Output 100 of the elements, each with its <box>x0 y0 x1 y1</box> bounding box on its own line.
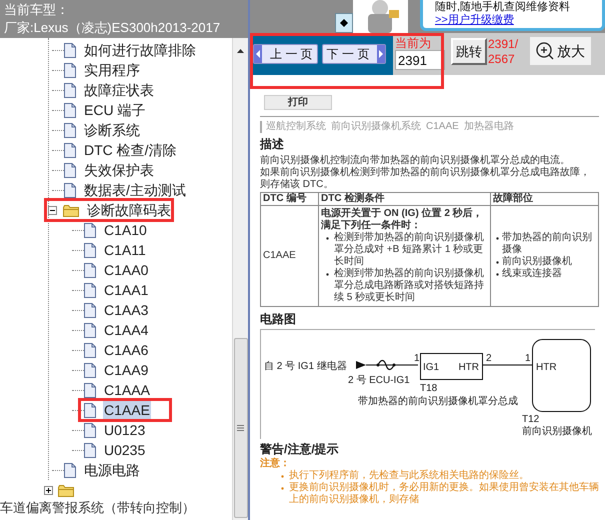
page-icon <box>84 362 96 378</box>
page-icon <box>84 442 96 458</box>
tree-item[interactable]: C1A11 <box>103 241 147 259</box>
page-icon <box>84 422 96 438</box>
connector-label: T18 <box>420 383 438 394</box>
page-icon <box>84 342 96 358</box>
section-heading: 电路图 <box>260 312 297 326</box>
bullet-icon <box>326 237 329 240</box>
tree-item[interactable]: 车道偏离警报系统（带转向控制） <box>0 500 232 516</box>
page-input[interactable]: 2391 <box>395 50 445 70</box>
tree-item[interactable]: 失效保护表 <box>83 161 155 179</box>
tree-item[interactable]: C1A10 <box>103 221 148 239</box>
next-page-button[interactable]: 下 一 页 <box>322 44 386 64</box>
tree-item[interactable]: 故障症状表 <box>83 81 155 99</box>
page-icon <box>84 262 96 278</box>
tree-item[interactable]: 电源电路 <box>83 461 141 479</box>
page-icon <box>64 42 76 58</box>
expand-icon[interactable] <box>44 486 53 494</box>
pin-number: 2 <box>486 353 492 364</box>
tree-item[interactable]: 诊断系统 <box>83 121 141 139</box>
pin-label: HTR <box>536 362 557 373</box>
tree-item[interactable]: ECU 端子 <box>83 101 146 119</box>
previous-page-button[interactable]: 上 一 页 <box>253 44 318 64</box>
page-count: 2391/2567 <box>488 37 520 68</box>
current-page-label: 当前为 <box>395 37 432 50</box>
tree-item[interactable]: C1AA0 <box>103 261 150 279</box>
section-heading: 描述 <box>260 137 285 151</box>
tree-item[interactable]: U0235 <box>103 441 146 459</box>
print-button[interactable]: 打印 <box>264 95 332 110</box>
tree-item[interactable]: C1AA3 <box>103 301 150 319</box>
tree-item[interactable]: 实用程序 <box>83 61 141 79</box>
connector-label: T12 <box>522 414 540 425</box>
page-icon <box>84 302 96 318</box>
bullet-icon <box>496 273 499 276</box>
tree-item[interactable]: 如何进行故障排除 <box>83 41 197 59</box>
tree-item[interactable]: C1AAA <box>103 381 151 399</box>
tree-item[interactable]: C1AA4 <box>103 321 150 339</box>
folder-icon <box>63 204 79 216</box>
tree-item[interactable]: C1AA6 <box>103 341 150 359</box>
notice-label: 注意： <box>260 458 291 470</box>
condition-item: 检测到带加热器的前向识别摄像机罩分总成电路断路或对搭铁短路持续 5 秒或更长时间 <box>334 268 485 304</box>
page-icon <box>84 402 96 418</box>
page-icon <box>64 82 76 98</box>
fuse-label: 2 号 ECU-IG1 <box>348 375 410 386</box>
tree-item[interactable]: C1AA9 <box>103 361 150 379</box>
ad-tagline: 随时,随地手机查阅维修资料 <box>435 1 572 14</box>
diamond-icon <box>340 19 348 27</box>
page-icon <box>64 122 76 138</box>
wire-line <box>482 364 532 366</box>
component-label: 前向识别摄像机 <box>522 426 592 437</box>
vehicle-label: 当前车型： <box>4 2 69 19</box>
component-label: 带加热器的前向识别摄像机罩分总成 <box>358 396 518 407</box>
grip-icon <box>237 425 244 431</box>
mascot-drawing <box>353 0 408 33</box>
side-button[interactable] <box>335 13 353 33</box>
wire-arrow <box>356 361 418 369</box>
page-icon <box>64 162 76 178</box>
tree-item[interactable]: 数据表/主动测试 <box>83 181 187 199</box>
condition-text: 电源开关置于 ON (IG) 位置 2 秒后，满足下列任一条件时： <box>321 208 484 232</box>
page-icon <box>84 242 96 258</box>
upgrade-link[interactable]: >>用户升级缴费 <box>435 14 602 27</box>
bullet-icon <box>326 273 329 276</box>
scrollbar[interactable] <box>232 38 248 520</box>
connector-box <box>420 353 483 380</box>
column-header: 故障部位 <box>490 192 598 206</box>
tree-item[interactable]: DTC 检查/清除 <box>83 141 178 159</box>
scrollbar-thumb[interactable] <box>234 338 248 518</box>
page-icon <box>84 282 96 298</box>
scroll-up-icon[interactable] <box>236 48 245 54</box>
table-cell: C1AAE <box>260 206 318 306</box>
tree-item[interactable]: 诊断故障码表 <box>86 201 172 219</box>
page-icon <box>64 142 76 158</box>
notice-item: 执行下列程序前，先检查与此系统相关电路的保险丝。 <box>289 470 529 482</box>
tree-item[interactable]: C1AAE <box>103 401 151 419</box>
section-heading: 警告/注意/提示 <box>260 442 340 456</box>
page-icon <box>84 382 96 398</box>
bullet-icon <box>496 237 499 240</box>
pin-label: IG1 <box>423 362 440 373</box>
pin-number: 1 <box>525 353 531 364</box>
page-icon <box>64 102 76 118</box>
column-header: DTC 编号 <box>260 192 318 206</box>
fault-area: 线束或连接器 <box>502 268 562 280</box>
pin-label: HTR <box>458 362 479 373</box>
vehicle-name: 厂家:Lexus（凌志)ES300h2013-2017 <box>4 20 220 37</box>
jump-button[interactable]: 跳转 <box>451 38 487 65</box>
tree-item[interactable]: C1AA1 <box>103 281 150 299</box>
bullet-icon <box>496 261 499 264</box>
source-label: 自 2 号 IG1 继电器 <box>264 361 347 372</box>
notice-item: 更换前向识别摄像机时，务必用新的更换。如果使用曾安装在其他车辆上的前向识别摄像机，则存储 <box>289 482 599 506</box>
bullet-icon <box>281 475 284 478</box>
column-header: DTC 检测条件 <box>318 192 490 206</box>
bullet-icon <box>281 487 284 490</box>
collapse-icon[interactable] <box>48 206 57 214</box>
tree-item[interactable]: U0123 <box>103 421 146 439</box>
zoom-button[interactable]: 放大 <box>530 37 591 65</box>
description-text: 如果前向识别摄像机检测到带加热器的前向识别摄像机罩分总成电路故障，则存储该 DTC。 <box>260 167 591 191</box>
page-icon <box>64 62 76 78</box>
page-icon <box>84 222 96 238</box>
fault-area: 带加热器的前向识别摄像 <box>502 232 596 256</box>
zoom-in-icon <box>536 42 554 60</box>
